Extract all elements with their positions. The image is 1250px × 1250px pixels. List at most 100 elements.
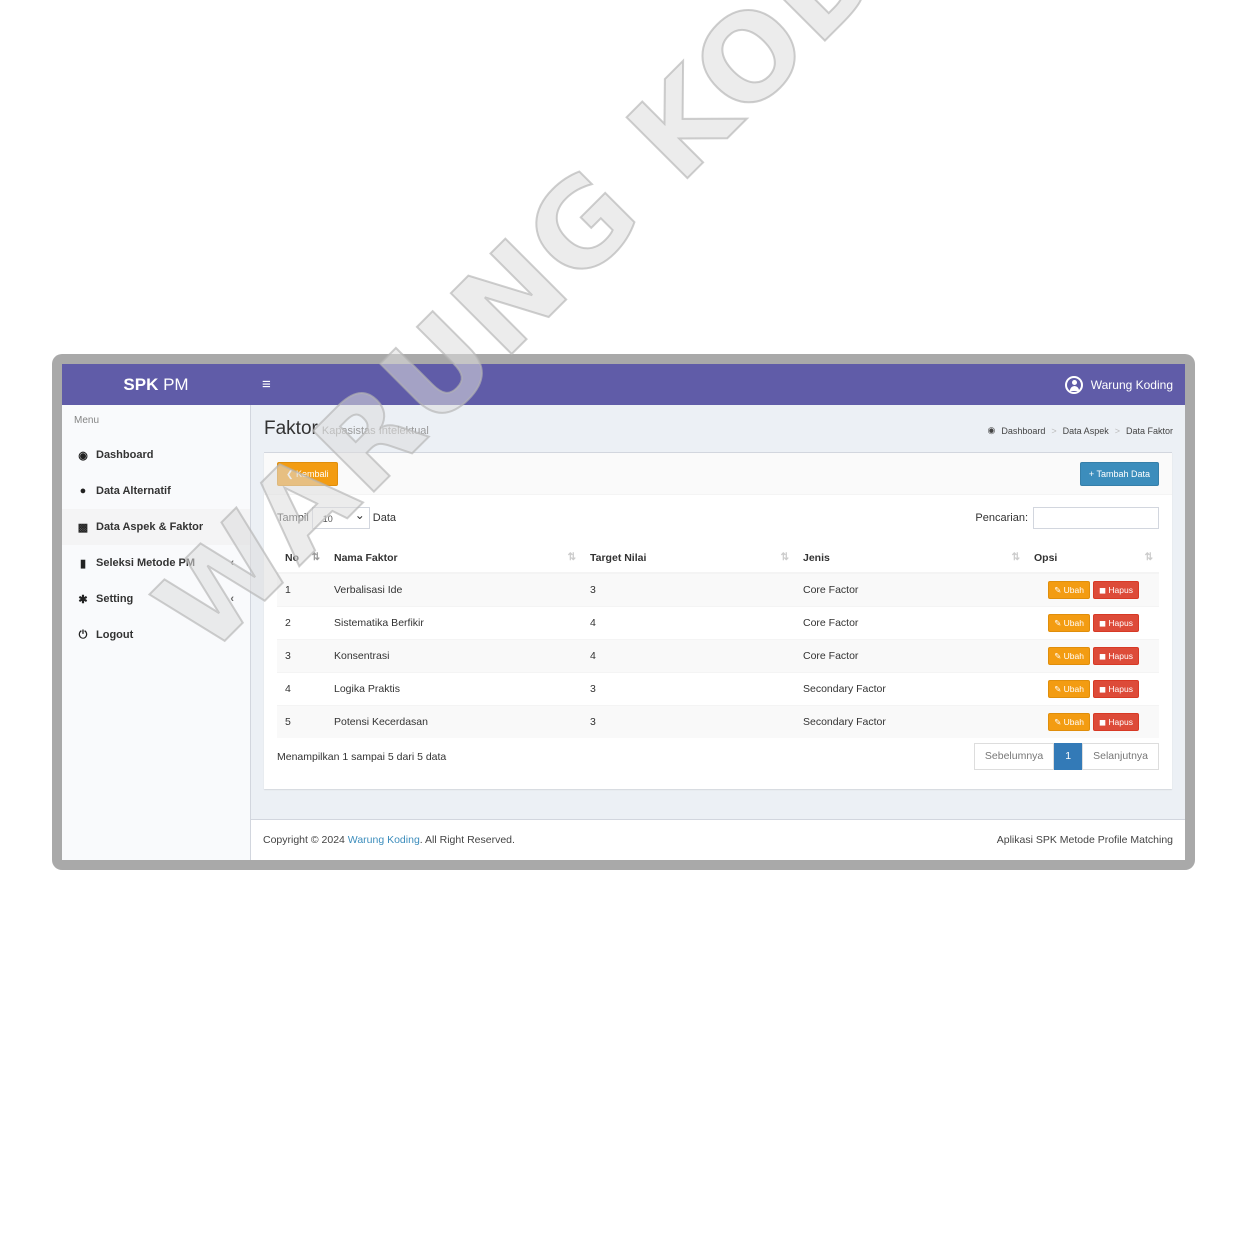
cell-target: 3 — [582, 672, 795, 706]
delete-button[interactable]: ◼ Hapus — [1093, 581, 1139, 599]
edit-button[interactable]: ✎ Ubah — [1048, 614, 1090, 632]
delete-button[interactable]: ◼ Hapus — [1093, 680, 1139, 698]
add-data-button[interactable]: + Tambah Data — [1079, 462, 1159, 486]
sidebar: Menu ◉ Dashboard ● Data Alternatif ▩ Dat… — [62, 405, 251, 860]
delete-label: Hapus — [1108, 684, 1133, 694]
edit-button[interactable]: ✎ Ubah — [1048, 713, 1090, 731]
app-window: SPK PM ≡ Warung Koding Menu ◉ Dashboard … — [62, 364, 1185, 860]
sort-asc-icon: ⇅ — [311, 552, 320, 563]
cell-jenis: Secondary Factor — [795, 705, 1026, 738]
sidebar-item-label: Seleksi Metode PM — [96, 557, 196, 569]
table-row: 5 Potensi Kecerdasan 3 Secondary Factor … — [277, 705, 1159, 738]
delete-label: Hapus — [1108, 651, 1133, 661]
edit-button[interactable]: ✎ Ubah — [1048, 647, 1090, 665]
page-length-select[interactable]: 10 — [311, 504, 370, 529]
sidebar-heading: Menu — [74, 415, 100, 426]
box-header: ❮ Kembali + Tambah Data — [264, 453, 1172, 495]
chevron-left-icon: ‹ — [230, 557, 234, 569]
edit-button[interactable]: ✎ Ubah — [1048, 581, 1090, 599]
cell-target: 3 — [582, 572, 795, 607]
edit-label: Ubah — [1063, 585, 1084, 595]
cell-nama: Logika Praktis — [326, 672, 582, 706]
cell-target: 4 — [582, 639, 795, 673]
edit-icon: ✎ — [1054, 618, 1064, 628]
back-button[interactable]: ❮ Kembali — [277, 462, 338, 486]
pagination: Sebelumnya 1 Selanjutnya — [973, 743, 1159, 770]
sidebar-item-label: Logout — [96, 629, 134, 641]
user-menu[interactable]: Warung Koding — [1064, 364, 1173, 405]
sidebar-item-data-aspek-faktor[interactable]: ▩ Data Aspek & Faktor — [62, 509, 250, 545]
column-header-jenis[interactable]: Jenis ⇅ — [795, 544, 1026, 574]
faktor-box: ❮ Kembali + Tambah Data Tampil 10 Data P… — [264, 452, 1172, 789]
chart-icon: ▮ — [79, 557, 87, 570]
search-label: Pencarian: — [975, 512, 1028, 524]
sidebar-item-seleksi-metode[interactable]: ▮ Seleksi Metode PM ‹ — [62, 545, 250, 581]
delete-button[interactable]: ◼ Hapus — [1093, 647, 1139, 665]
edit-icon: ✎ — [1054, 684, 1064, 694]
sidebar-item-setting[interactable]: ✱ Setting ‹ — [62, 581, 250, 617]
delete-button[interactable]: ◼ Hapus — [1093, 713, 1139, 731]
column-header-no[interactable]: No ⇅ — [277, 544, 326, 574]
page-title: Faktor Kapasistas Intelektual — [264, 418, 429, 440]
edit-icon: ✎ — [1054, 717, 1064, 727]
cell-jenis: Core Factor — [795, 606, 1026, 640]
pagination-prev-button[interactable]: Sebelumnya — [973, 743, 1055, 770]
chevron-left-icon: ‹ — [230, 593, 234, 605]
cell-nama: Konsentrasi — [326, 639, 582, 673]
trash-icon: ◼ — [1099, 651, 1109, 661]
table-row: 3 Konsentrasi 4 Core Factor ✎ Ubah ◼ Hapu… — [277, 639, 1159, 673]
logo-bold: SPK — [123, 375, 159, 394]
column-header-nama-faktor[interactable]: Nama Faktor ⇅ — [326, 544, 582, 574]
sidebar-item-data-alternatif[interactable]: ● Data Alternatif — [62, 473, 250, 509]
edit-label: Ubah — [1063, 717, 1084, 727]
sort-icon: ⇅ — [1011, 552, 1020, 563]
column-header-label: No — [285, 552, 299, 564]
column-header-label: Opsi — [1034, 552, 1058, 564]
delete-label: Hapus — [1108, 585, 1133, 595]
users-icon: ● — [79, 485, 87, 497]
column-header-label: Target Nilai — [590, 552, 647, 564]
page-subtitle: Kapasistas Intelektual — [321, 425, 429, 437]
trash-icon: ◼ — [1099, 585, 1109, 595]
cell-nama: Sistematika Berfikir — [326, 606, 582, 640]
table-info: Menampilkan 1 sampai 5 dari 5 data — [277, 751, 447, 763]
sidebar-item-label: Data Alternatif — [96, 485, 171, 497]
cell-target: 4 — [582, 606, 795, 640]
cell-opsi: ✎ Ubah ◼ Hapus — [1026, 572, 1159, 607]
edit-icon: ✎ — [1054, 585, 1064, 595]
column-header-label: Nama Faktor — [334, 552, 398, 564]
sidebar-item-logout[interactable]: ⏻ Logout — [62, 617, 250, 653]
trash-icon: ◼ — [1099, 717, 1109, 727]
edit-label: Ubah — [1063, 651, 1084, 661]
power-icon: ⏻ — [78, 628, 88, 641]
column-header-opsi[interactable]: Opsi ⇅ — [1026, 544, 1159, 574]
breadcrumb-separator: > — [1114, 425, 1120, 436]
arrow-left-icon: ❮ — [286, 469, 297, 479]
pagination-next-button[interactable]: Selanjutnya — [1082, 743, 1159, 770]
footer-copy-suffix: . All Right Reserved. — [419, 834, 515, 846]
edit-button[interactable]: ✎ Ubah — [1048, 680, 1090, 698]
sidebar-item-dashboard[interactable]: ◉ Dashboard — [62, 437, 250, 473]
pagination-page-1[interactable]: 1 — [1054, 743, 1083, 770]
cell-jenis: Core Factor — [795, 639, 1026, 673]
column-header-target-nilai[interactable]: Target Nilai ⇅ — [582, 544, 795, 574]
delete-label: Hapus — [1108, 618, 1133, 628]
breadcrumb-data-aspek[interactable]: Data Aspek — [1063, 426, 1109, 436]
column-header-label: Jenis — [803, 552, 830, 564]
app-logo[interactable]: SPK PM — [62, 364, 250, 405]
sort-icon: ⇅ — [1144, 552, 1153, 563]
cell-no: 1 — [277, 572, 326, 607]
breadcrumb: ◉ Dashboard > Data Aspek > Data Faktor — [988, 425, 1173, 436]
breadcrumb-dashboard[interactable]: Dashboard — [1001, 426, 1045, 436]
top-header: SPK PM ≡ Warung Koding — [62, 364, 1185, 405]
add-data-button-label: Tambah Data — [1096, 469, 1150, 479]
user-avatar-icon — [1064, 375, 1083, 394]
cell-opsi: ✎ Ubah ◼ Hapus — [1026, 639, 1159, 673]
sidebar-toggle-icon[interactable]: ≡ — [262, 364, 271, 405]
footer-link-warung-koding[interactable]: Warung Koding — [348, 834, 420, 846]
logo-text: PM — [158, 375, 189, 394]
delete-button[interactable]: ◼ Hapus — [1093, 614, 1139, 632]
edit-label: Ubah — [1063, 684, 1084, 694]
table-header-row: No ⇅ Nama Faktor ⇅ Target Nilai ⇅ Jenis ⇅ Op… — [277, 544, 1159, 574]
search-input[interactable] — [1033, 507, 1159, 529]
